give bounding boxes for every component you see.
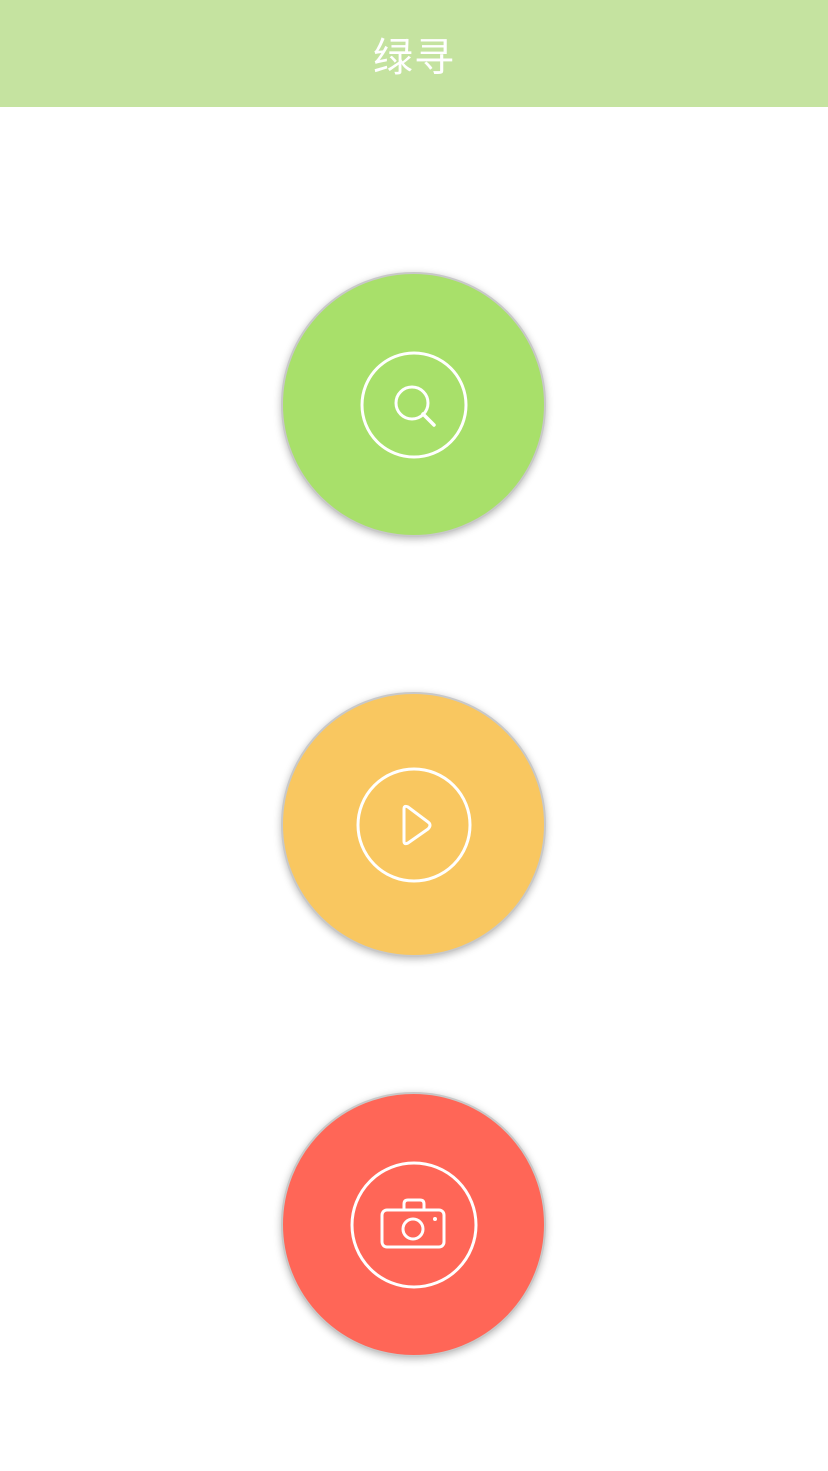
search-button[interactable] [281, 272, 546, 537]
play-icon [355, 766, 473, 884]
search-icon [359, 350, 469, 460]
camera-icon [349, 1160, 479, 1290]
page-title: 绿寻 [373, 34, 455, 81]
play-button[interactable] [281, 692, 546, 957]
camera-button[interactable] [281, 1092, 546, 1357]
header-bar: 绿寻 [0, 0, 828, 107]
